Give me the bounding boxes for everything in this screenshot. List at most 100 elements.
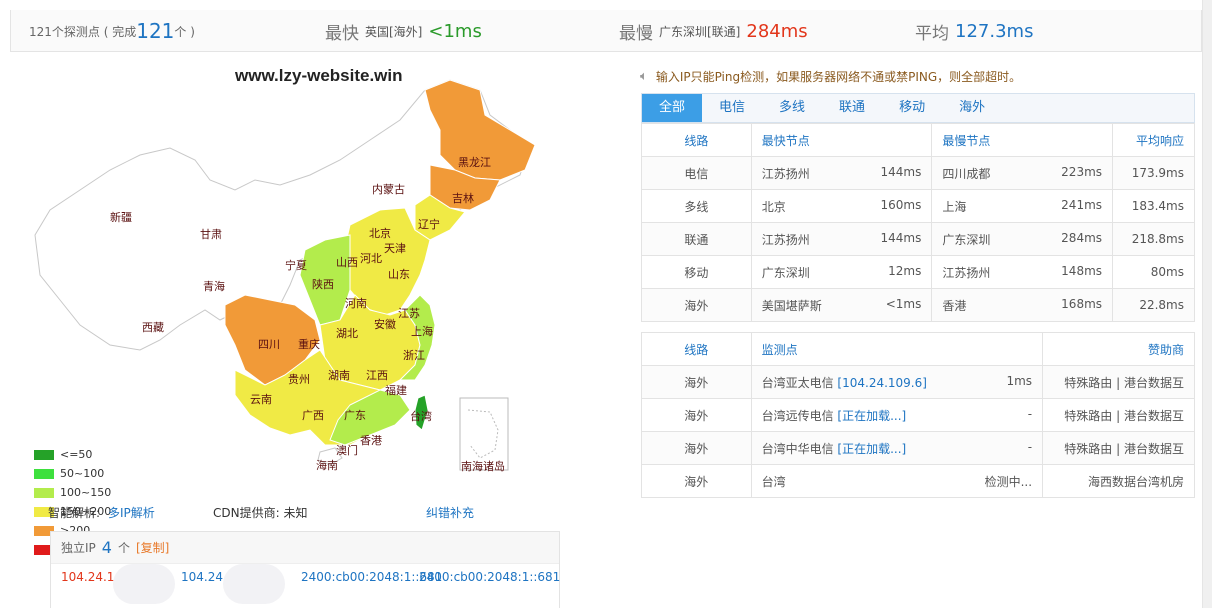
table-row: 海外 台湾 检测中... 海西数据台湾机房 (641, 464, 1195, 498)
table-row: 电信 江苏扬州 144ms 四川成都 223ms 173.9ms (641, 156, 1195, 190)
cell-slowest: 江苏扬州 148ms (931, 255, 1114, 289)
cell-average: 80ms (1112, 255, 1195, 289)
ip-item-2[interactable]: 104.24 (181, 570, 223, 584)
china-map: www.lzy-website.win 黑龙江 吉林 辽宁 内蒙古 新疆 甘肃 … (20, 60, 600, 557)
prov-label-gansu: 甘肃 (200, 228, 222, 241)
sponsor-link[interactable]: 特殊路由 (1064, 376, 1112, 390)
point-name: 台湾亚太电信 (761, 375, 834, 390)
point-ip[interactable]: [正在加载...] (837, 442, 906, 456)
fastest-label: 最快 (325, 23, 359, 44)
cell-point: 台湾亚太电信 [104.24.109.6] 1ms (750, 365, 1044, 399)
prov-label-guizhou: 贵州 (288, 373, 310, 386)
slow-node: 江苏扬州 (942, 265, 991, 280)
col-header-fastest: 最快节点 (750, 123, 933, 157)
prov-label-sichuan: 四川 (258, 338, 280, 351)
tab-all[interactable]: 全部 (642, 94, 703, 122)
slowest-value: 284ms (746, 20, 808, 42)
fast-node: 美国堪萨斯 (761, 298, 822, 313)
cell-line[interactable]: 海外 (641, 288, 752, 322)
fast-ms: <1ms (885, 296, 922, 311)
sponsor-link[interactable]: 特殊路由 (1064, 409, 1112, 423)
prov-label-liaoning: 辽宁 (418, 218, 440, 231)
slow-ms: 284ms (1061, 230, 1103, 245)
average-value: 127.3ms (955, 20, 1034, 42)
probe-prefix: 121个探测点 ( 完成 (29, 24, 137, 39)
point-value: 检测中... (984, 474, 1033, 489)
cell-point: 台湾中华电信 [正在加载...] - (750, 431, 1044, 465)
sponsor-link[interactable]: 特殊路由 (1064, 442, 1112, 456)
cell-line[interactable]: 移动 (641, 255, 752, 289)
notice: 🔈︎ 输入IP只能Ping检测，如果服务器网络不通或禁PING，则全部超时。 (640, 68, 1021, 85)
sponsor-link[interactable]: 港台数据互 (1124, 442, 1184, 456)
col-header-sponsor: 赞助商 (1042, 332, 1195, 366)
prov-label-hubei: 湖北 (336, 327, 358, 340)
legend-item: <=50 (34, 445, 111, 464)
table-header: 线路 监测点 赞助商 (641, 332, 1195, 366)
point-ip[interactable]: [104.24.109.6] (837, 376, 927, 390)
cell-line[interactable]: 多线 (641, 189, 752, 223)
multi-ip-link[interactable]: 多IP解析 (108, 504, 155, 521)
prov-label-anhui: 安徽 (374, 318, 396, 331)
prov-label-yunnan: 云南 (250, 393, 272, 406)
summary-table: 线路 最快节点 最慢节点 平均响应 电信 江苏扬州 144ms 四川成都 223ms… (641, 123, 1195, 322)
prov-label-shandong: 山东 (388, 268, 410, 281)
ip-unit: 个 (117, 541, 130, 555)
tab-unicom[interactable]: 联通 (822, 94, 882, 122)
slow-ms: 241ms (1061, 197, 1103, 212)
feedback-link[interactable]: 纠错补充 (426, 504, 474, 521)
ip-box: 独立IP 4 个 [复制] 104.24.1 104.24 2400:cb00:… (50, 531, 560, 608)
cdn-provider: CDN提供商: 未知 (213, 506, 308, 520)
prov-label-hainan: 海南 (316, 459, 338, 472)
cell-average: 173.9ms (1112, 156, 1195, 190)
point-ip[interactable]: [正在加载...] (837, 409, 906, 423)
page-scrollbar[interactable] (1202, 0, 1212, 608)
col-header-line: 线路 (641, 123, 752, 157)
cell-average: 22.8ms (1112, 288, 1195, 322)
prov-label-shaanxi: 陕西 (312, 278, 334, 291)
sponsor-link[interactable]: 海西数据台湾机房 (1088, 475, 1184, 489)
table-row: 海外 台湾中华电信 [正在加载...] - 特殊路由 | 港台数据互 (641, 431, 1195, 465)
prov-label-hongkong: 香港 (360, 434, 382, 447)
cell-slowest: 四川成都 223ms (931, 156, 1114, 190)
probe-summary: 121个探测点 ( 完成 121 个 ) (29, 10, 195, 52)
prov-label-hebei: 河北 (360, 252, 382, 265)
prov-label-ningxia: 宁夏 (285, 259, 307, 272)
slow-ms: 223ms (1061, 164, 1103, 179)
legend-label: 100~150 (60, 486, 112, 499)
cell-slowest: 广东深圳 284ms (931, 222, 1114, 256)
copy-button[interactable]: [复制] (136, 539, 169, 556)
cell-line: 海外 (641, 464, 752, 498)
fast-node: 江苏扬州 (761, 166, 810, 181)
point-name: 台湾远传电信 (761, 408, 834, 423)
prov-label-henan: 河南 (345, 297, 367, 310)
cell-point: 台湾 检测中... (750, 464, 1044, 498)
cell-line[interactable]: 联通 (641, 222, 752, 256)
legend-label: <=50 (60, 448, 93, 461)
ip-item-4[interactable]: 2400:cb00:2048:1::681 (419, 570, 560, 584)
sponsor-link[interactable]: 港台数据互 (1124, 376, 1184, 390)
cell-point: 台湾远传电信 [正在加载...] - (750, 398, 1044, 432)
prov-label-taiwan: 台湾 (410, 410, 432, 423)
prov-label-tianjin: 天津 (384, 242, 406, 255)
tab-mobile[interactable]: 移动 (882, 94, 942, 122)
fast-node: 北京 (761, 199, 786, 214)
prov-label-neimenggu: 内蒙古 (372, 183, 405, 196)
tab-telecom[interactable]: 电信 (702, 94, 762, 122)
fast-node: 广东深圳 (761, 265, 810, 280)
tab-overseas[interactable]: 海外 (942, 94, 1002, 122)
slow-node: 广东深圳 (942, 232, 991, 247)
sponsor-link[interactable]: 港台数据互 (1124, 409, 1184, 423)
cell-line: 海外 (641, 431, 752, 465)
cell-line[interactable]: 电信 (641, 156, 752, 190)
prov-label-qinghai: 青海 (203, 280, 225, 293)
prov-label-fujian: 福建 (385, 384, 407, 397)
fast-ms: 144ms (880, 164, 922, 179)
table-row: 海外 台湾远传电信 [正在加载...] - 特殊路由 | 港台数据互 (641, 398, 1195, 432)
cell-sponsor: 海西数据台湾机房 (1042, 464, 1195, 498)
ip-item-1[interactable]: 104.24.1 (61, 570, 114, 584)
prov-label-guangdong: 广东 (344, 409, 366, 422)
average-summary: 平均 127.3ms (915, 10, 1033, 52)
table-row: 海外 美国堪萨斯 <1ms 香港 168ms 22.8ms (641, 288, 1195, 322)
tab-multiline[interactable]: 多线 (762, 94, 822, 122)
point-value: - (1027, 406, 1033, 421)
